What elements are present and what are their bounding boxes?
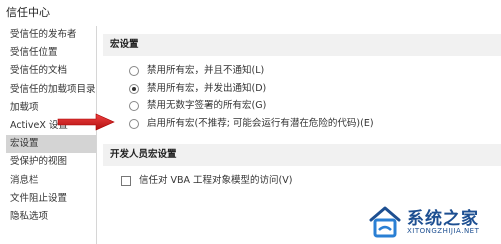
house-logo-icon [369, 206, 401, 238]
sidebar-item-trusted-locations[interactable]: 受信任位置 [6, 44, 96, 62]
radio-label: 禁用所有宏，并且不通知(L) [147, 65, 265, 76]
sidebar-item-privacy-options[interactable]: 隐私选项 [6, 208, 96, 226]
checkbox-label: 信任对 VBA 工程对象模型的访问(V) [139, 175, 293, 186]
radio-option-enable-all[interactable]: 启用所有宏(不推荐; 可能会运行有潜在危险的代码)(E) [103, 115, 501, 133]
radio-button-selected[interactable] [129, 83, 139, 94]
checkbox[interactable] [121, 176, 131, 186]
developer-settings-header: 开发人员宏设置 [103, 144, 501, 166]
macro-settings-header: 宏设置 [103, 34, 501, 56]
watermark: 系统之家 XITONGZHIJIA.NET [367, 202, 497, 242]
watermark-url: XITONGZHIJIA.NET [407, 227, 480, 235]
checkbox-trust-vba-access[interactable]: 信任对 VBA 工程对象模型的访问(V) [103, 172, 501, 190]
sidebar-item-trusted-documents[interactable]: 受信任的文档 [6, 62, 96, 80]
sidebar-item-protected-view[interactable]: 受保护的视图 [6, 153, 96, 171]
radio-label: 禁用无数字签署的所有宏(G) [147, 100, 267, 111]
sidebar-item-trusted-publishers[interactable]: 受信任的发布者 [6, 26, 96, 44]
radio-label: 禁用所有宏，并发出通知(D) [147, 82, 267, 94]
radio-button[interactable] [129, 101, 139, 111]
radio-option-disable-unsigned[interactable]: 禁用无数字签署的所有宏(G) [103, 97, 501, 115]
window-title: 信任中心 [6, 6, 50, 19]
radio-option-disable-no-notify[interactable]: 禁用所有宏，并且不通知(L) [103, 62, 501, 80]
sidebar-item-trusted-addin-catalogs[interactable]: 受信任的加载项目录 [6, 81, 96, 99]
radio-option-disable-with-notify[interactable]: 禁用所有宏，并发出通知(D) [103, 80, 501, 98]
radio-button[interactable] [129, 66, 139, 76]
sidebar-item-file-block-settings[interactable]: 文件阻止设置 [6, 190, 96, 208]
radio-button[interactable] [129, 118, 139, 129]
radio-label: 启用所有宏(不推荐; 可能会运行有潜在危险的代码)(E) [147, 117, 374, 129]
sidebar-nav: 受信任的发布者 受信任位置 受信任的文档 受信任的加载项目录 加载项 Activ… [6, 26, 97, 244]
red-arrow-icon [57, 113, 115, 131]
watermark-name: 系统之家 [407, 209, 479, 229]
sidebar-item-macro-settings[interactable]: 宏设置 [6, 135, 96, 154]
sidebar-item-message-bar[interactable]: 消息栏 [6, 172, 96, 190]
